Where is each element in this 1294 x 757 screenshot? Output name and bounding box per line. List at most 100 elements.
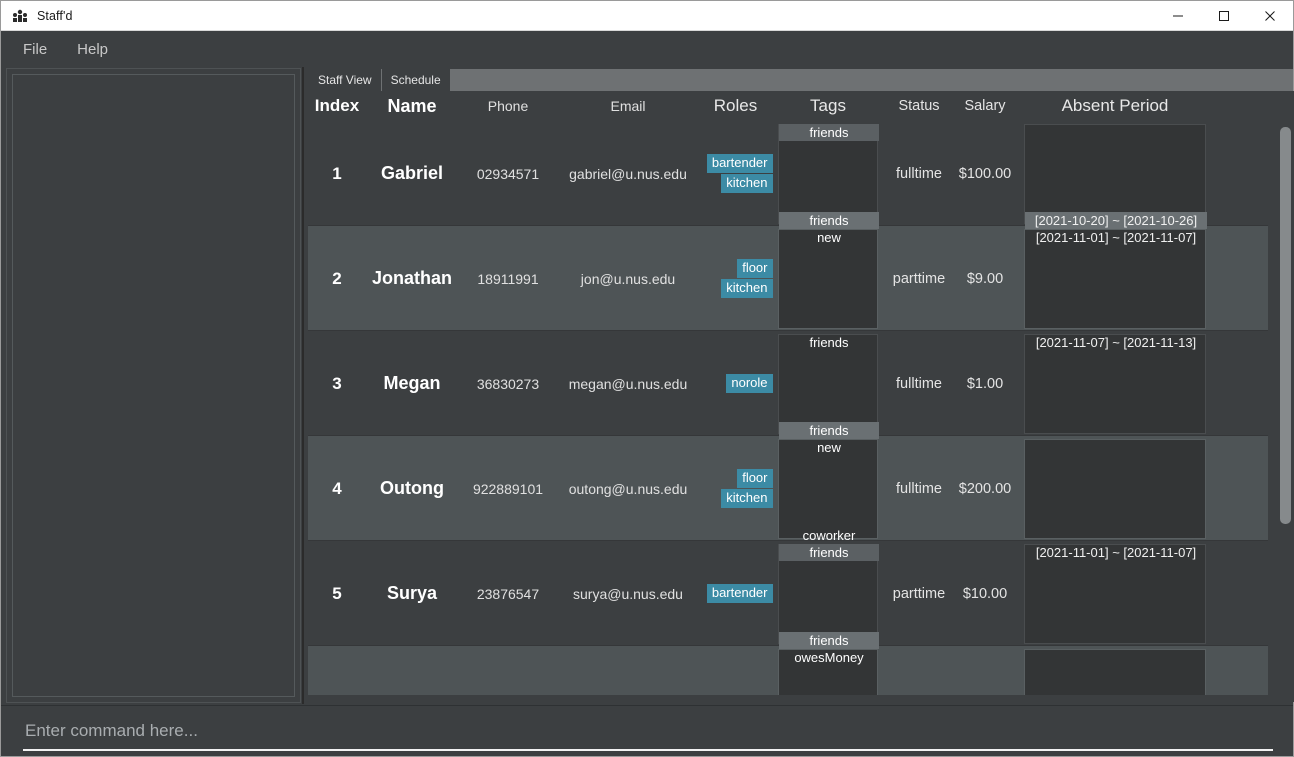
column-header-status[interactable]: Status bbox=[883, 98, 955, 114]
absent-period-item[interactable]: [2021-11-07] ~ [2021-11-13] bbox=[1025, 334, 1207, 351]
menu-item-help[interactable]: Help bbox=[67, 38, 118, 61]
cell-status: fulltime bbox=[896, 165, 942, 182]
minimize-button[interactable] bbox=[1155, 1, 1201, 31]
absent-period-pane[interactable]: [2021-11-01] ~ [2021-11-07] bbox=[1024, 543, 1207, 644]
cell-absent-period: [2021-10-20] ~ [2021-10-26] [2021-11-01] … bbox=[1015, 211, 1215, 331]
tag-item[interactable]: friends bbox=[779, 543, 879, 561]
absent-period-pane[interactable]: [2021-11-07] ~ [2021-11-13] bbox=[1024, 333, 1207, 434]
tag-item[interactable]: friends bbox=[779, 334, 879, 351]
maximize-button[interactable] bbox=[1201, 1, 1247, 31]
cell-phone bbox=[458, 646, 558, 695]
role-chip: floor bbox=[737, 469, 773, 488]
table-row[interactable]: 4 Outong 922889101 outong@u.nus.edu kitchen f… bbox=[308, 421, 1268, 541]
cell-email: gabriel@u.nus.edu bbox=[569, 165, 687, 182]
tags-pane[interactable]: coworkerfriends bbox=[778, 528, 879, 644]
tags-pane[interactable]: friends new bbox=[778, 211, 879, 329]
menu-item-file[interactable]: File bbox=[13, 38, 57, 61]
absent-period-pane[interactable]: [2021-10-20] ~ [2021-10-26] [2021-11-01] … bbox=[1024, 211, 1207, 329]
role-chip: floor bbox=[737, 259, 773, 278]
cell-email: jon@u.nus.edu bbox=[580, 270, 676, 287]
cell-status: fulltime bbox=[896, 480, 942, 497]
cell-roles: kitchen floor bbox=[698, 436, 773, 541]
cell-salary: $100.00 bbox=[958, 165, 1012, 182]
cell-name: Outong bbox=[380, 478, 444, 498]
cell-email bbox=[558, 646, 698, 695]
cell-email: surya@u.nus.edu bbox=[573, 585, 683, 602]
tag-item[interactable]: friends bbox=[779, 211, 879, 229]
tab-staff-view[interactable]: Staff View bbox=[309, 69, 382, 91]
column-header-phone[interactable]: Phone bbox=[458, 98, 558, 114]
cell-index: 4 bbox=[332, 478, 342, 498]
cell-salary: $1.00 bbox=[966, 375, 1004, 392]
cell-salary bbox=[955, 646, 1015, 695]
cell-tags: friends new bbox=[773, 421, 883, 541]
tag-item[interactable]: coworker bbox=[779, 527, 879, 544]
table-row[interactable]: 2 Jonathan 18911991 jon@u.nus.edu kitchen flo… bbox=[308, 211, 1268, 331]
cell-roles: kitchen floor bbox=[698, 226, 773, 331]
cell-tags: coworkerfriends bbox=[773, 528, 883, 646]
cell-name bbox=[366, 646, 458, 695]
table-header-row: Index Name Phone Email Roles Tags Status… bbox=[308, 91, 1294, 121]
table-scrollbar[interactable] bbox=[1279, 123, 1292, 693]
table-row[interactable]: 1 Gabriel 02934571 gabriel@u.nus.edu kitchen… bbox=[308, 121, 1268, 226]
role-chip: norole bbox=[726, 374, 773, 393]
absent-period-item[interactable]: [2021-10-20] ~ [2021-10-26] bbox=[1025, 211, 1207, 229]
tags-pane[interactable]: friends bbox=[778, 333, 879, 434]
absent-period-pane[interactable] bbox=[1024, 123, 1206, 224]
cell-index: 1 bbox=[332, 163, 342, 183]
role-chip: bartender bbox=[706, 154, 773, 173]
tag-item[interactable]: new bbox=[779, 439, 879, 456]
absent-period-item[interactable]: [2021-11-01] ~ [2021-11-07] bbox=[1025, 544, 1207, 561]
absent-period-pane[interactable] bbox=[1024, 648, 1206, 695]
cell-tags: friends new bbox=[773, 211, 883, 331]
close-button[interactable] bbox=[1247, 1, 1293, 31]
column-header-salary[interactable]: Salary bbox=[955, 98, 1015, 114]
column-header-name[interactable]: Name bbox=[366, 96, 458, 117]
cell-absent-period: [2021-11-01] ~ [2021-11-07] bbox=[1015, 541, 1215, 646]
cell-absent-period bbox=[1015, 436, 1215, 541]
column-header-index[interactable]: Index bbox=[308, 96, 366, 116]
tags-pane[interactable]: friends owesMoney bbox=[778, 631, 879, 695]
tag-item[interactable]: friends bbox=[779, 631, 879, 649]
command-input[interactable] bbox=[23, 717, 1273, 751]
cell-tags: coworkerfriends bbox=[773, 121, 883, 226]
column-header-absent-period[interactable]: Absent Period bbox=[1015, 96, 1215, 116]
roles-flow: kitchen floor bbox=[699, 259, 773, 298]
left-panel-inner bbox=[12, 74, 295, 697]
cell-roles: kitchen bartender bbox=[698, 121, 773, 226]
cell-roles: norole bbox=[698, 331, 773, 436]
cell-roles bbox=[698, 646, 773, 695]
table-scrollbar-thumb[interactable] bbox=[1280, 127, 1291, 524]
cell-salary: $9.00 bbox=[966, 270, 1004, 287]
cell-salary: $10.00 bbox=[962, 585, 1008, 602]
cell-tags: friends owesMoney bbox=[773, 631, 883, 695]
tag-item[interactable]: friends bbox=[779, 123, 879, 141]
tag-item[interactable]: new bbox=[779, 229, 879, 246]
role-chip: bartender bbox=[706, 584, 773, 603]
absent-period-pane[interactable] bbox=[1024, 438, 1206, 539]
window-controls bbox=[1155, 1, 1293, 31]
absent-period-item[interactable]: [2021-11-01] ~ [2021-11-07] bbox=[1025, 229, 1207, 246]
window-title: Staff'd bbox=[37, 8, 73, 23]
table-body: 1 Gabriel 02934571 gabriel@u.nus.edu kitchen… bbox=[308, 121, 1268, 695]
column-header-email[interactable]: Email bbox=[558, 98, 698, 114]
cell-index: 2 bbox=[332, 268, 342, 288]
tab-strip: Staff View Schedule bbox=[309, 69, 1293, 91]
cell-name: Surya bbox=[386, 583, 438, 603]
tag-item[interactable]: owesMoney bbox=[779, 649, 879, 666]
cell-email: megan@u.nus.edu bbox=[568, 375, 688, 392]
tags-pane[interactable]: coworkerfriends bbox=[778, 121, 879, 224]
table-row[interactable]: 5 Surya 23876547 surya@u.nus.edu bartender co… bbox=[308, 528, 1268, 646]
role-chip: kitchen bbox=[721, 489, 773, 508]
tag-item[interactable]: friends bbox=[779, 421, 879, 439]
table-row[interactable]: 3 Megan 36830273 megan@u.nus.edu norole frien… bbox=[308, 331, 1268, 436]
tab-schedule[interactable]: Schedule bbox=[381, 69, 451, 91]
tags-pane[interactable]: friends new bbox=[778, 421, 879, 539]
right-panel: Staff View Schedule Index Name Phone Ema… bbox=[304, 67, 1294, 704]
table-row[interactable]: friends owesMoney bbox=[308, 631, 1268, 695]
column-header-tags[interactable]: Tags bbox=[773, 96, 883, 116]
cell-salary: $200.00 bbox=[958, 480, 1012, 497]
cell-roles: bartender bbox=[698, 541, 773, 646]
column-header-roles[interactable]: Roles bbox=[698, 96, 773, 116]
cell-phone: 23876547 bbox=[476, 585, 540, 602]
